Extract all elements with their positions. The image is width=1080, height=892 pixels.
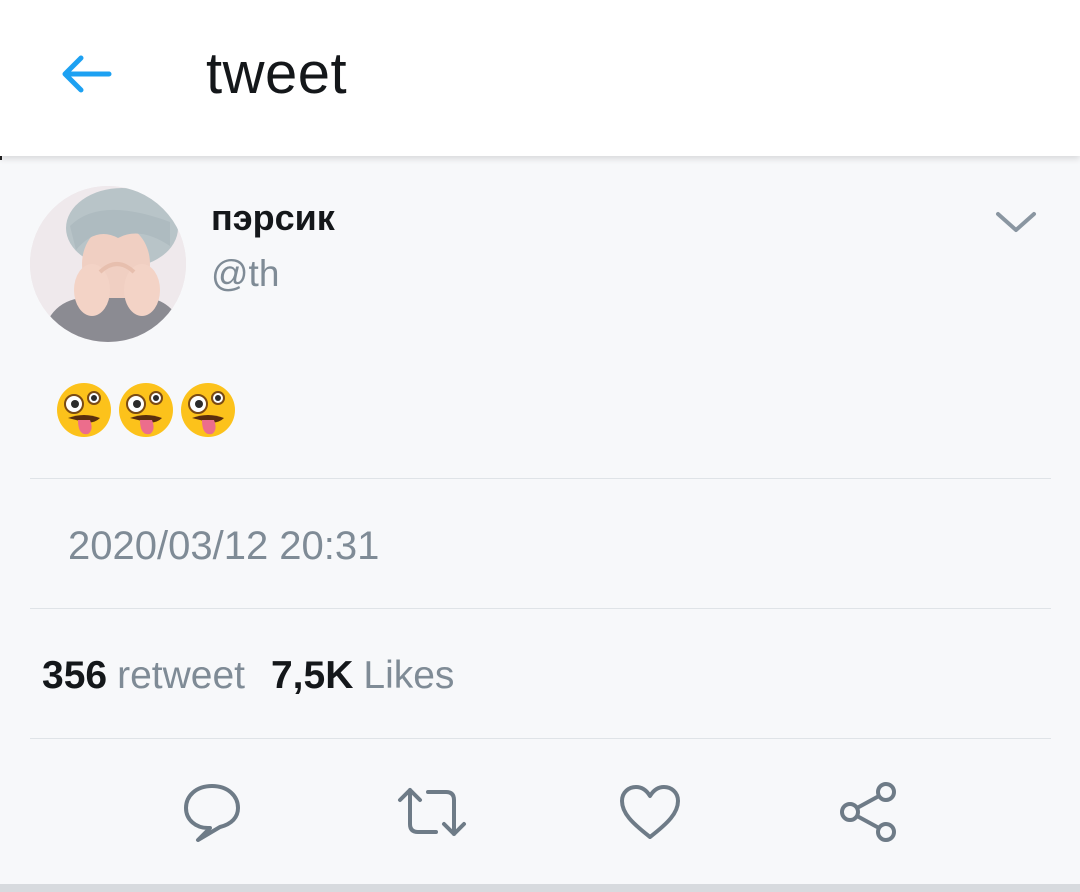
divider	[30, 478, 1051, 479]
share-nodes-icon	[840, 782, 896, 842]
zany-face-emoji	[119, 383, 173, 437]
author-handle[interactable]: @th	[211, 252, 279, 296]
tweet-actions-bar	[0, 776, 1080, 848]
retweet-label: retweet	[117, 654, 245, 697]
likes-label: Likes	[363, 654, 455, 697]
zany-face-emoji	[181, 383, 235, 437]
like-button[interactable]	[614, 776, 686, 848]
retweet-button[interactable]	[396, 776, 468, 848]
reply-button[interactable]	[176, 776, 248, 848]
likes-count: 7,5K	[270, 654, 354, 697]
heart-icon	[620, 785, 680, 839]
divider	[30, 738, 1051, 739]
avatar[interactable]	[30, 186, 186, 342]
likes-count-link[interactable]: 7,5K Likes	[271, 652, 454, 700]
page-title: tweet	[206, 41, 348, 106]
retweet-count: 356	[42, 654, 108, 697]
tweet-stats: 356 retweet 7,5K Likes	[42, 652, 454, 700]
author-name[interactable]: пэрсик	[211, 196, 335, 240]
retweet-arrows-icon	[398, 788, 466, 836]
chevron-down-icon	[996, 212, 1036, 232]
zany-face-emoji	[57, 383, 111, 437]
arrow-left-icon	[62, 55, 112, 93]
speech-bubble-icon	[184, 784, 240, 842]
profile-photo	[30, 186, 186, 342]
retweet-count-link[interactable]: 356 retweet	[42, 652, 245, 700]
tweet-timestamp: 2020/03/12 20:31	[68, 524, 380, 568]
divider	[30, 608, 1051, 609]
bottom-edge	[0, 884, 1080, 892]
app-header: tweet	[0, 0, 1080, 156]
share-button[interactable]	[832, 776, 904, 848]
tweet-text: 🤪🤪🤪	[54, 380, 238, 440]
back-button[interactable]	[52, 44, 118, 104]
tweet-menu-button[interactable]	[990, 202, 1042, 242]
tweet-detail-screen: tweet пэрсик @th 🤪🤪🤪	[0, 0, 1080, 892]
